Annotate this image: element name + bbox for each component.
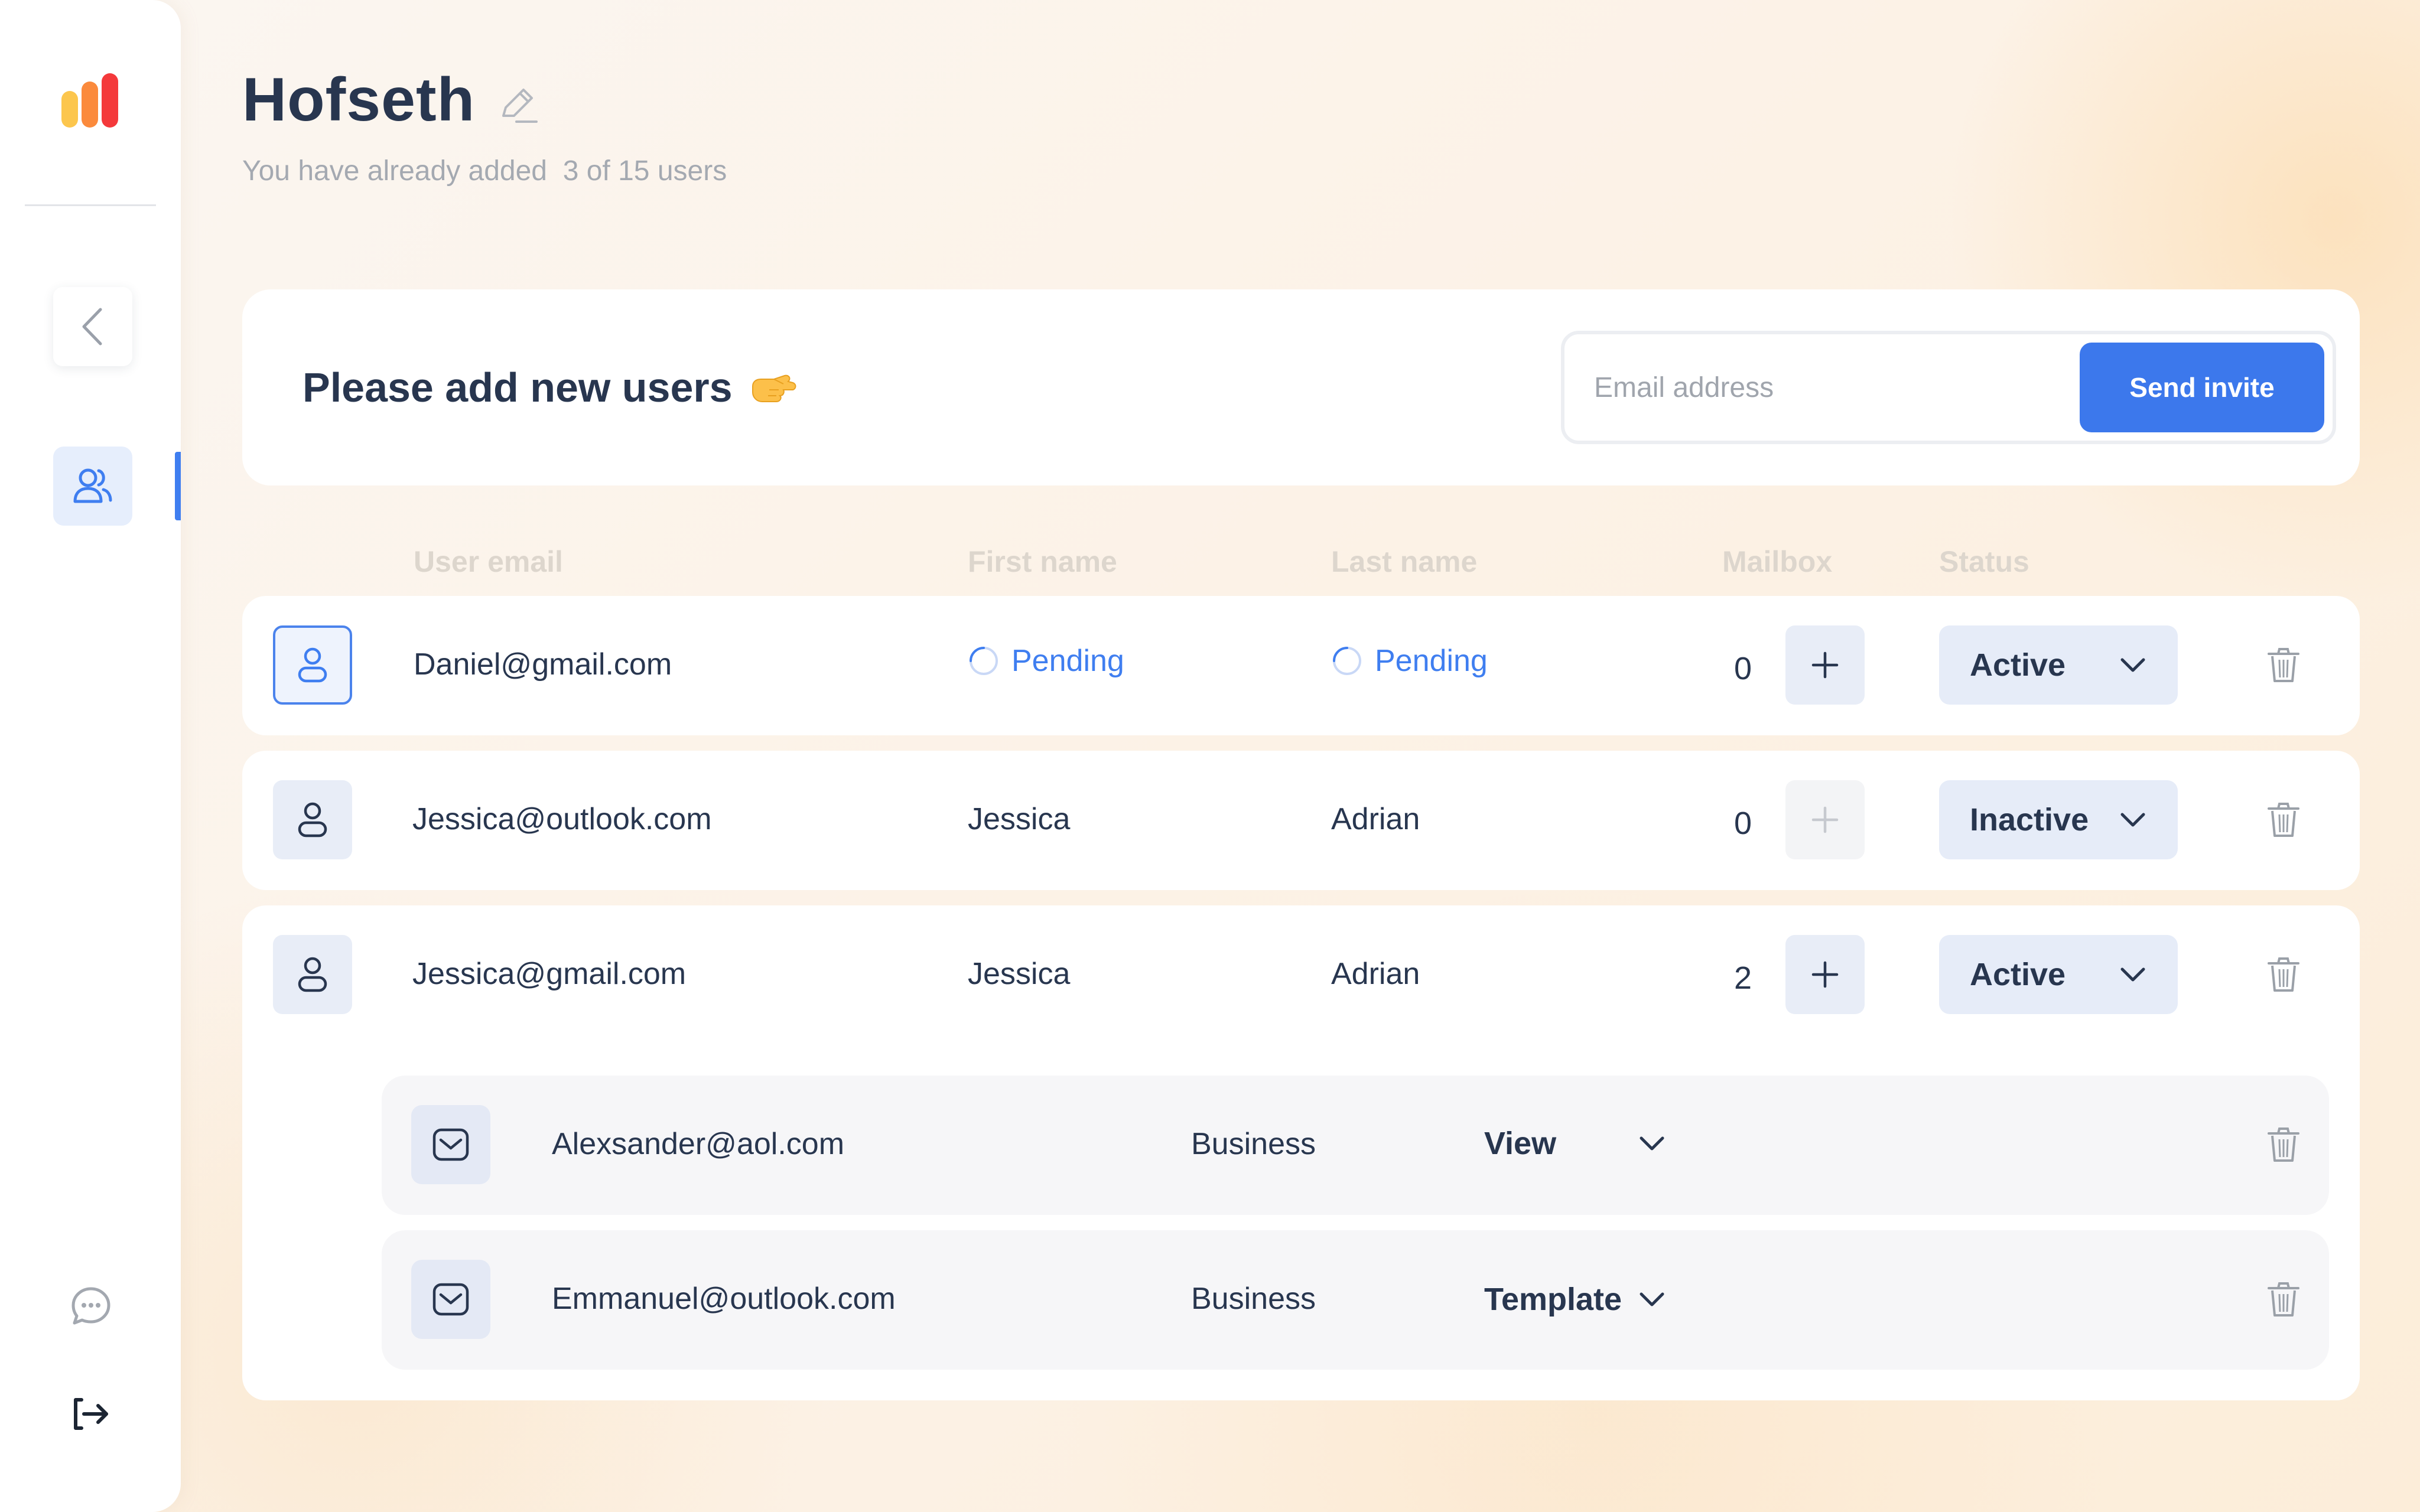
invite-form: Send invite [1561, 331, 2336, 444]
user-count-subtitle: You have already added 3 of 15 users [242, 155, 727, 187]
sidebar-divider [25, 204, 156, 206]
mailbox-email: Emmanuel@outlook.com [552, 1282, 896, 1316]
first-name-value: Pending [1011, 644, 1124, 678]
mailbox-avatar [411, 1105, 490, 1184]
plus-icon [1811, 806, 1839, 833]
trash-icon[interactable] [2265, 956, 2302, 993]
user-avatar[interactable] [273, 935, 352, 1014]
last-name-pending: Pending [1331, 643, 1488, 679]
user-avatar[interactable] [273, 780, 352, 859]
mailbox-avatar [411, 1260, 490, 1339]
trash-icon[interactable] [2265, 1126, 2302, 1163]
mailbox-email: Alexsander@aol.com [552, 1127, 845, 1161]
page-header: Hofseth [242, 65, 539, 135]
access-value: View [1484, 1126, 1557, 1161]
loading-spinner-icon [970, 647, 998, 675]
column-header-mailbox[interactable]: Mailbox [1722, 545, 1832, 579]
last-name-value: Pending [1375, 644, 1488, 678]
user-icon [298, 957, 327, 992]
first-name-pending: Pending [968, 643, 1124, 679]
mailbox-count: 0 [1733, 651, 1752, 686]
table-row[interactable]: Jessica@outlook.com Jessica Adrian 0 Ina… [242, 751, 2360, 890]
active-nav-indicator [175, 452, 181, 520]
plus-icon [1811, 961, 1839, 988]
add-mailbox-button[interactable] [1785, 780, 1865, 859]
status-value: Active [1970, 957, 2066, 992]
mailbox-row[interactable]: Emmanuel@outlook.com Business Template [382, 1230, 2329, 1370]
status-value: Active [1970, 647, 2066, 683]
status-dropdown[interactable]: Active [1939, 935, 2178, 1014]
chevron-down-icon [2120, 658, 2145, 672]
table-row[interactable]: Daniel@gmail.com Pending Pending 0 Activ… [242, 596, 2360, 735]
invite-title: Please add new users [302, 364, 733, 410]
invite-card: Please add new users Send invite [242, 289, 2360, 485]
chevron-left-icon [82, 308, 102, 346]
chevron-down-icon [1640, 1136, 1664, 1151]
logout-icon[interactable] [71, 1394, 111, 1434]
chevron-down-icon [2120, 967, 2145, 982]
mailbox-count: 2 [1733, 960, 1752, 996]
access-value: Template [1484, 1282, 1622, 1317]
last-name: Adrian [1331, 957, 1420, 991]
sidebar [0, 0, 181, 1512]
app-logo[interactable] [61, 73, 118, 128]
add-mailbox-button[interactable] [1785, 625, 1865, 705]
first-name: Jessica [968, 802, 1071, 836]
pointing-hand-icon [752, 374, 796, 402]
trash-icon[interactable] [2265, 1281, 2302, 1318]
add-mailbox-button[interactable] [1785, 935, 1865, 1014]
user-email: Jessica@outlook.com [412, 802, 712, 836]
back-button[interactable] [53, 287, 132, 366]
user-icon [298, 647, 327, 683]
column-header-email[interactable]: User email [414, 545, 563, 579]
page-title: Hofseth [242, 66, 476, 134]
first-name: Jessica [968, 957, 1071, 991]
status-value: Inactive [1970, 802, 2089, 838]
user-icon [298, 802, 327, 838]
user-email: Daniel@gmail.com [414, 647, 672, 682]
mailbox-type: Business [1191, 1127, 1316, 1161]
trash-icon[interactable] [2265, 801, 2302, 838]
subtitle-count: 3 of 15 users [562, 155, 727, 187]
mailbox-row[interactable]: Alexsander@aol.com Business View [382, 1076, 2329, 1215]
chat-bubble-icon[interactable] [70, 1285, 112, 1328]
column-header-status[interactable]: Status [1939, 545, 2029, 579]
mail-icon [432, 1128, 469, 1161]
chevron-down-icon [1640, 1292, 1664, 1306]
edit-pencil-icon[interactable] [495, 84, 539, 128]
email-address-input[interactable] [1594, 356, 2055, 419]
subtitle-prefix: You have already added [242, 155, 555, 187]
column-header-first-name[interactable]: First name [968, 545, 1117, 579]
user-email: Jessica@gmail.com [412, 957, 687, 991]
sidebar-item-users[interactable] [53, 447, 132, 526]
status-dropdown[interactable]: Active [1939, 625, 2178, 705]
mailbox-count: 0 [1733, 806, 1752, 841]
invite-heading: Please add new users [302, 364, 796, 411]
mailbox-type: Business [1191, 1282, 1316, 1316]
send-invite-button[interactable]: Send invite [2080, 343, 2324, 432]
plus-icon [1811, 651, 1839, 679]
users-icon [73, 468, 112, 503]
loading-spinner-icon [1333, 647, 1361, 675]
access-dropdown[interactable]: Template [1484, 1281, 1666, 1318]
last-name: Adrian [1331, 802, 1420, 836]
trash-icon[interactable] [2265, 647, 2302, 683]
access-dropdown[interactable]: View [1484, 1125, 1666, 1162]
table-row-expanded[interactable]: Jessica@gmail.com Jessica Adrian 2 Activ… [242, 905, 2360, 1400]
column-header-last-name[interactable]: Last name [1331, 545, 1477, 579]
status-dropdown[interactable]: Inactive [1939, 780, 2178, 859]
chevron-down-icon [2120, 813, 2145, 827]
user-avatar[interactable] [273, 625, 352, 705]
mail-icon [432, 1283, 469, 1316]
